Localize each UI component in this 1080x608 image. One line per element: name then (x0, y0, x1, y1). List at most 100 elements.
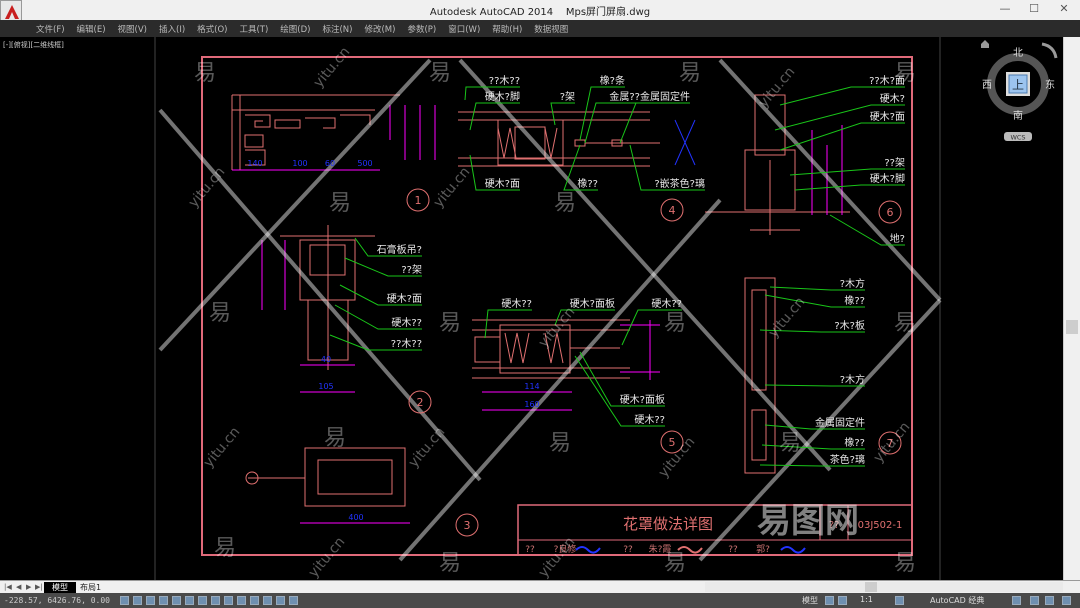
watermark-text: yitu.cn (201, 424, 244, 471)
watermark-text: 易 (549, 431, 571, 456)
dyn-toggle-icon[interactable] (224, 596, 233, 605)
vertical-scroll-thumb[interactable] (1066, 320, 1078, 334)
qp-toggle-icon[interactable] (263, 596, 272, 605)
annotation-label: 硬木?脚 (485, 90, 520, 103)
prev-tab-icon[interactable]: ◀ (16, 583, 21, 591)
otrack-toggle-icon[interactable] (198, 596, 207, 605)
last-tab-icon[interactable]: ▶| (35, 583, 43, 591)
compass-north[interactable]: 北 (1013, 47, 1023, 59)
menu-edit[interactable]: 编辑(E) (71, 20, 112, 37)
watermark-text: 易 (554, 191, 576, 216)
clean-screen-icon[interactable] (1062, 596, 1071, 605)
status-bar: -228.57, 6426.76, 0.00 模型 1:1 AutoCAD 经典 (0, 593, 1080, 608)
annotation-label: 硬木?面板 (570, 297, 615, 310)
snap-toggle-icon[interactable] (120, 596, 129, 605)
watermark-text: yitu.cn (536, 304, 579, 351)
watermark-text: 易 (679, 61, 701, 86)
horizontal-scrollbar[interactable] (705, 582, 1063, 592)
annotation-label: 石膏板吊? (377, 243, 422, 256)
detail-4-dimensions (674, 119, 696, 166)
dimension-text: 140 (247, 159, 262, 168)
menu-data-view[interactable]: 数据视图 (528, 20, 574, 37)
tpy-toggle-icon[interactable] (250, 596, 259, 605)
compass-east[interactable]: 东 (1045, 78, 1055, 91)
watermark-text: yitu.cn (871, 419, 914, 466)
menu-modify[interactable]: 修改(M) (358, 20, 401, 37)
menu-file[interactable]: 文件(F) (30, 20, 71, 37)
dimension-text: 105 (318, 382, 333, 391)
first-tab-icon[interactable]: |◀ (4, 583, 12, 591)
annotation-label: 橡?? (577, 177, 598, 190)
ortho-toggle-icon[interactable] (146, 596, 155, 605)
watermark-text: yitu.cn (536, 534, 579, 580)
hardware-icon[interactable] (1045, 596, 1054, 605)
menu-dimension[interactable]: 标注(N) (316, 20, 358, 37)
watermark-text: 易 (894, 311, 916, 336)
am-toggle-icon[interactable] (289, 596, 298, 605)
menu-parametric[interactable]: 参数(P) (401, 20, 442, 37)
title-block-cell: 郭? (756, 543, 770, 555)
watermark-text: 易 (329, 191, 351, 216)
isolate-icon[interactable] (1030, 596, 1039, 605)
minimize-button[interactable]: — (995, 2, 1015, 16)
compass-south[interactable]: 南 (1013, 109, 1023, 122)
compass-west[interactable]: 西 (982, 80, 992, 91)
watermark-text: 易 (214, 536, 236, 561)
detail-number: 3 (464, 519, 471, 532)
workspace-switcher[interactable]: AutoCAD 经典 (930, 595, 984, 606)
quick-view-icon[interactable] (838, 596, 847, 605)
dimension-text: 60 (325, 159, 335, 168)
layout-icon[interactable] (825, 596, 834, 605)
3dosnap-toggle-icon[interactable] (185, 596, 194, 605)
annotation-label: 硬木?面板 (620, 393, 665, 406)
polar-toggle-icon[interactable] (159, 596, 168, 605)
view-cube-top[interactable]: 上 (1012, 78, 1024, 92)
watermark-text: 易 (324, 426, 346, 451)
menu-help[interactable]: 帮助(H) (486, 20, 528, 37)
horizontal-scroll-thumb[interactable] (865, 582, 877, 592)
watermark-text: 易 (894, 551, 916, 576)
tab-layout1[interactable]: 布局1 (72, 582, 109, 593)
detail-number: 2 (417, 396, 424, 409)
sc-toggle-icon[interactable] (276, 596, 285, 605)
osnap-toggle-icon[interactable] (172, 596, 181, 605)
rotate-arrow-icon[interactable] (1041, 42, 1058, 59)
annotation-labels: ??木??硬木?脚 ?架橡?条金属?? 金属固定件硬木?面 橡?? ?嵌茶色?璃??木?… (377, 74, 905, 466)
drawing-canvas[interactable]: ??木?? 硬木?脚 ?架 橡?条 金属?? 金属固定件 硬木?面 橡?? ?嵌茶色?璃 ??木?… (0, 37, 1063, 581)
annotation-label: ?木方 (840, 277, 865, 290)
ducs-toggle-icon[interactable] (211, 596, 220, 605)
view-cube[interactable]: 上 北 南 东 西 WCS (981, 40, 1058, 142)
leader-line (584, 102, 640, 144)
menu-draw[interactable]: 绘图(D) (274, 20, 316, 37)
viewport-controls[interactable]: [-][俯视][二维线框] (3, 40, 64, 50)
annotation-label: 硬木?? (634, 414, 665, 426)
menu-view[interactable]: 视图(V) (112, 20, 153, 37)
menu-window[interactable]: 窗口(W) (442, 20, 486, 37)
window-title: Autodesk AutoCAD 2014 Mps屏门屏扇.dwg (429, 7, 651, 18)
leader-line (619, 102, 690, 144)
home-icon[interactable] (981, 40, 989, 48)
menu-tools[interactable]: 工具(T) (233, 20, 274, 37)
annotation-visibility-icon[interactable] (895, 596, 904, 605)
detail-3-drawing (245, 447, 406, 507)
detail-number: 1 (415, 194, 422, 207)
annotation-scale[interactable]: 1:1 (860, 595, 873, 604)
menu-insert[interactable]: 插入(I) (153, 20, 191, 37)
menu-bar: 文件(F) 编辑(E) 视图(V) 插入(I) 格式(O) 工具(T) 绘图(D… (0, 20, 1080, 37)
annotation-label: 硬木?? (391, 317, 422, 329)
grid-toggle-icon[interactable] (133, 596, 142, 605)
vertical-scrollbar[interactable] (1063, 37, 1080, 580)
annotation-label: ?嵌茶色?璃 (654, 177, 705, 190)
lock-icon[interactable] (1012, 596, 1021, 605)
watermark-text: 易 (664, 311, 686, 336)
lwt-toggle-icon[interactable] (237, 596, 246, 605)
model-space-toggle[interactable]: 模型 (802, 595, 818, 606)
next-tab-icon[interactable]: ▶ (26, 583, 31, 591)
maximize-button[interactable]: ☐ (1024, 2, 1044, 16)
menu-format[interactable]: 格式(O) (191, 20, 233, 37)
atlas-number: 03J502-1 (858, 520, 903, 531)
annotation-label: ?木方 (840, 373, 865, 386)
watermark-text: yitu.cn (186, 164, 229, 211)
close-button[interactable]: ✕ (1054, 2, 1074, 16)
leader-line (484, 309, 532, 339)
